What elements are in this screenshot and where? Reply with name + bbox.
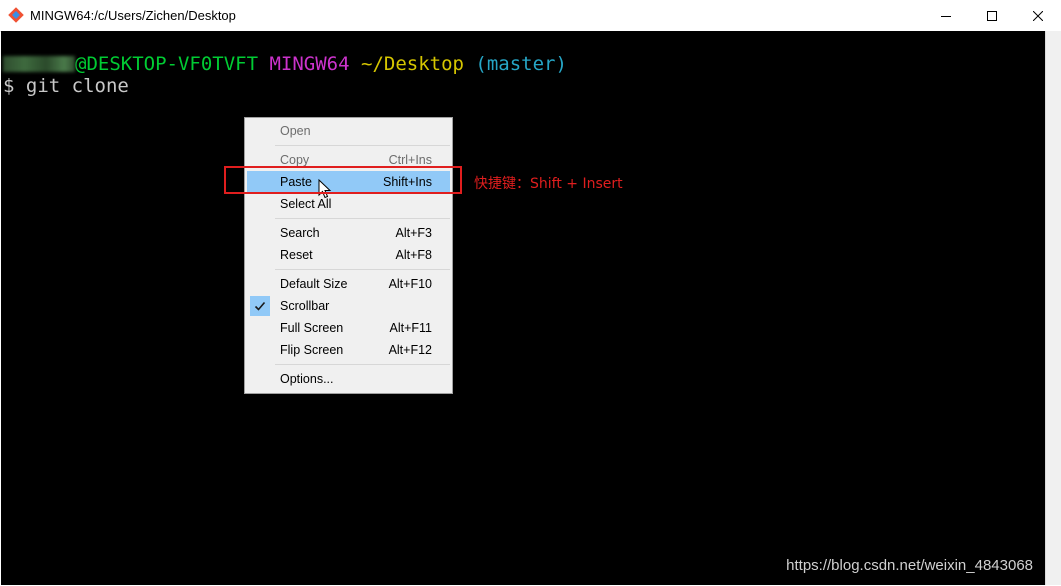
close-button[interactable] <box>1015 0 1061 31</box>
checkmark-icon <box>254 301 266 311</box>
menu-item-shortcut: Alt+F3 <box>395 226 432 240</box>
prompt-path: ~/Desktop <box>361 53 464 75</box>
menu-item-full-screen[interactable]: Full Screen Alt+F11 <box>247 317 450 339</box>
context-menu: Open Copy Ctrl+Ins Paste Shift+Ins Selec… <box>244 117 453 394</box>
menu-separator <box>275 145 450 146</box>
menu-separator <box>275 364 450 365</box>
menu-item-label: Open <box>280 124 311 138</box>
title-bar[interactable]: MINGW64:/c/Users/Zichen/Desktop <box>0 0 1061 32</box>
menu-item-options[interactable]: Options... <box>247 368 450 390</box>
menu-item-label: Select All <box>280 197 332 211</box>
menu-item-label: Scrollbar <box>280 299 330 313</box>
prompt-branch: (master) <box>475 53 567 75</box>
maximize-button[interactable] <box>969 0 1015 31</box>
menu-item-label: Full Screen <box>280 321 344 335</box>
menu-item-label: Flip Screen <box>280 343 344 357</box>
menu-item-default-size[interactable]: Default Size Alt+F10 <box>247 273 450 295</box>
menu-separator <box>275 269 450 270</box>
prompt-host: @DESKTOP-VF0TVFT <box>75 53 259 75</box>
menu-item-search[interactable]: Search Alt+F3 <box>247 222 450 244</box>
menu-item-shortcut: Ctrl+Ins <box>388 153 432 167</box>
maximize-icon <box>987 10 997 21</box>
menu-item-shortcut: Alt+F10 <box>388 277 432 291</box>
menu-item-label: Default Size <box>280 277 348 291</box>
menu-item-select-all[interactable]: Select All <box>247 193 450 215</box>
menu-item-label: Search <box>280 226 320 240</box>
highlight-box <box>224 166 462 194</box>
menu-item-shortcut: Alt+F11 <box>389 321 433 335</box>
menu-separator <box>275 218 450 219</box>
menu-item-scrollbar[interactable]: Scrollbar <box>247 295 450 317</box>
prompt-system: MINGW64 <box>269 53 350 75</box>
menu-item-reset[interactable]: Reset Alt+F8 <box>247 244 450 266</box>
menu-item-shortcut: Alt+F8 <box>395 248 432 262</box>
vertical-scrollbar[interactable] <box>1045 31 1061 585</box>
window-title: MINGW64:/c/Users/Zichen/Desktop <box>30 8 236 23</box>
git-bash-icon <box>8 7 24 23</box>
annotation-text: 快捷键：Shift + Insert <box>474 176 623 192</box>
prompt-line: @DESKTOP-VF0TVFT MINGW64 ~/Desktop (mast… <box>3 53 567 75</box>
menu-item-open[interactable]: Open <box>247 120 450 142</box>
menu-item-shortcut: Alt+F12 <box>388 343 432 357</box>
close-icon <box>1033 10 1043 21</box>
blurred-username <box>3 56 75 72</box>
watermark: https://blog.csdn.net/weixin_4843068 <box>786 557 1033 574</box>
menu-item-label: Options... <box>280 372 334 386</box>
terminal-area[interactable]: @DESKTOP-VF0TVFT MINGW64 ~/Desktop (mast… <box>1 31 1045 585</box>
command-line: $ git clone <box>3 75 129 97</box>
menu-item-label: Reset <box>280 248 313 262</box>
menu-item-flip-screen[interactable]: Flip Screen Alt+F12 <box>247 339 450 361</box>
menu-item-label: Copy <box>280 153 310 167</box>
minimize-icon <box>941 15 951 17</box>
minimize-button[interactable] <box>923 0 969 31</box>
checked-indicator <box>250 296 270 316</box>
